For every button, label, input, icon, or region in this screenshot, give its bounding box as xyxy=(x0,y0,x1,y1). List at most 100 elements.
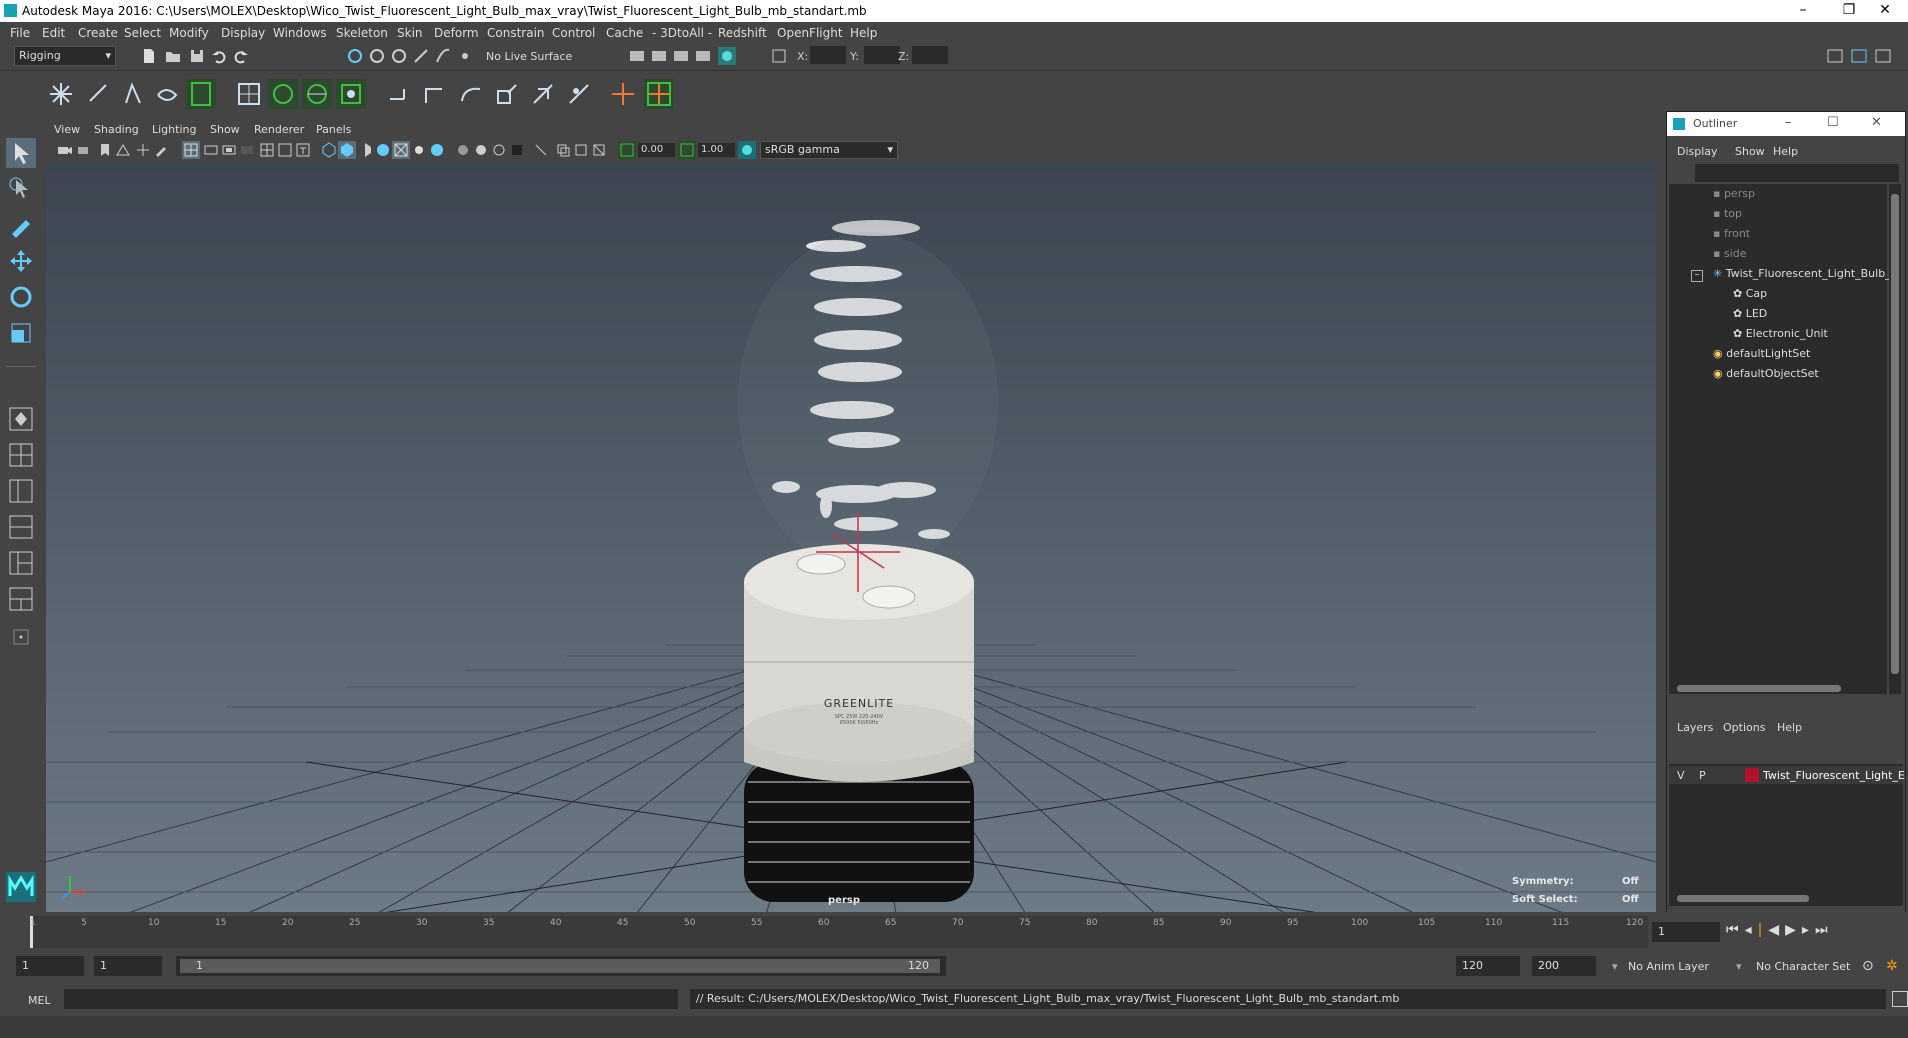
layer-hscrollbar[interactable] xyxy=(1677,895,1809,902)
menu-select[interactable]: Select xyxy=(124,26,161,40)
script-editor-icon[interactable] xyxy=(1892,991,1908,1007)
xray-icon[interactable] xyxy=(532,141,550,159)
snap-grid-icon[interactable] xyxy=(412,47,430,65)
transform-constraint-icon[interactable] xyxy=(770,47,788,65)
select-camera-icon[interactable] xyxy=(56,141,74,159)
animation-start-field[interactable]: 1 xyxy=(16,956,84,976)
close-button[interactable]: ✕ xyxy=(1862,0,1908,22)
vp-menu-panels[interactable]: Panels xyxy=(316,123,351,136)
undo-icon[interactable] xyxy=(210,47,228,65)
range-handle[interactable] xyxy=(180,959,940,973)
step-back-key-icon[interactable]: | xyxy=(1758,922,1769,938)
blendshape-icon[interactable] xyxy=(336,79,366,109)
ik-spline-icon[interactable] xyxy=(118,79,148,109)
2d-pan-zoom-icon[interactable] xyxy=(134,141,152,159)
resolution-gate-icon[interactable] xyxy=(220,141,238,159)
four-view-layout-icon[interactable] xyxy=(6,440,36,470)
outliner-search-input[interactable] xyxy=(1695,164,1899,182)
menu-edit[interactable]: Edit xyxy=(42,26,65,40)
xray-active-icon[interactable] xyxy=(554,141,572,159)
outliner-item-bulb-group[interactable]: – ✳ Twist_Fluorescent_Light_Bulb_ xyxy=(1691,264,1891,284)
menu-3dtoall[interactable]: - 3DtoAll - xyxy=(652,26,712,40)
select-hierarchy-icon[interactable] xyxy=(346,47,364,65)
hypershade-layout-icon[interactable] xyxy=(6,548,36,578)
camera-attributes-icon[interactable] xyxy=(76,141,94,159)
outliner-item-persp[interactable]: ▪ persp xyxy=(1713,184,1755,204)
locator-icon[interactable] xyxy=(608,79,638,109)
command-input[interactable] xyxy=(64,989,678,1009)
maya-home-icon[interactable] xyxy=(6,872,36,902)
new-scene-icon[interactable] xyxy=(140,47,158,65)
menu-openflight[interactable]: OpenFlight xyxy=(777,26,843,40)
outliner-item-front[interactable]: ▪ front xyxy=(1713,224,1750,244)
y-coord-field[interactable] xyxy=(864,46,900,64)
step-back-icon[interactable]: ◂ xyxy=(1745,922,1758,938)
playback-start-field[interactable]: 1 xyxy=(94,956,162,976)
outliner-item-electronic-unit[interactable]: ✿ Electronic_Unit xyxy=(1733,324,1828,344)
color-management-icon[interactable] xyxy=(738,141,756,159)
menu-modify[interactable]: Modify xyxy=(169,26,209,40)
z-coord-field[interactable] xyxy=(912,46,948,64)
outliner-hscrollbar[interactable] xyxy=(1677,685,1841,692)
render-settings-icon[interactable] xyxy=(694,47,712,65)
menu-skin[interactable]: Skin xyxy=(397,26,423,40)
joint-tool-icon[interactable] xyxy=(46,79,76,109)
chevron-down-icon[interactable]: ▾ xyxy=(1612,960,1618,973)
hypershade-icon[interactable] xyxy=(718,47,736,65)
curve-tool-icon[interactable] xyxy=(152,79,182,109)
isolate-select-icon[interactable] xyxy=(508,141,526,159)
layers-menu-options[interactable]: Options xyxy=(1723,721,1765,734)
cluster-handle-icon[interactable] xyxy=(644,79,674,109)
select-object-icon[interactable] xyxy=(368,47,386,65)
go-to-start-icon[interactable]: ⏮ xyxy=(1726,922,1745,938)
minimize-button[interactable]: – xyxy=(1780,0,1826,22)
outliner-item-default-object-set[interactable]: ◉ defaultObjectSet xyxy=(1713,364,1819,384)
outliner-vscrollbar[interactable] xyxy=(1889,184,1901,694)
gamma-field[interactable]: 1.00 xyxy=(698,143,735,157)
paint-select-icon[interactable] xyxy=(6,210,36,240)
menu-windows[interactable]: Windows xyxy=(273,26,327,40)
use-all-lights-icon[interactable] xyxy=(392,141,410,159)
range-bar[interactable]: 1 120 xyxy=(176,956,946,976)
pole-vector-icon[interactable] xyxy=(564,79,594,109)
persp-outliner-layout-icon[interactable] xyxy=(6,476,36,506)
color-space-dropdown[interactable]: sRGB gamma ▾ xyxy=(760,141,898,159)
menu-deform[interactable]: Deform xyxy=(434,26,479,40)
multisample-icon[interactable] xyxy=(472,141,490,159)
character-set-dropdown[interactable]: No Character Set xyxy=(1756,960,1850,973)
safe-action-icon[interactable] xyxy=(276,141,294,159)
outliner-minimize-button[interactable]: – xyxy=(1785,115,1792,130)
vp-menu-show[interactable]: Show xyxy=(210,123,240,136)
outliner-item-default-light-set[interactable]: ◉ defaultLightSet xyxy=(1713,344,1810,364)
go-to-end-icon[interactable]: ⏭ xyxy=(1815,922,1834,938)
wireframe-icon[interactable] xyxy=(320,141,338,159)
chevron-down-icon[interactable]: ▾ xyxy=(1736,960,1742,973)
render-frame-icon[interactable] xyxy=(650,47,668,65)
wrap-deformer-icon[interactable] xyxy=(302,79,332,109)
animation-end-field[interactable]: 200 xyxy=(1532,956,1596,976)
menu-help[interactable]: Help xyxy=(850,26,877,40)
auto-key-icon[interactable]: ⊙ xyxy=(1862,958,1874,974)
menu-redshift[interactable]: Redshift xyxy=(718,26,767,40)
depth-of-field-icon[interactable] xyxy=(490,141,508,159)
outliner-menu-show[interactable]: Show xyxy=(1735,145,1765,158)
menuset-dropdown[interactable]: Rigging ▾ xyxy=(14,46,116,66)
layer-color-swatch[interactable] xyxy=(1745,768,1759,782)
parent-constraint-icon[interactable] xyxy=(528,79,558,109)
textured-icon[interactable] xyxy=(374,141,392,159)
live-surface-label[interactable]: No Live Surface xyxy=(486,50,572,63)
gate-mask-icon[interactable] xyxy=(238,141,256,159)
point-constraint-icon[interactable] xyxy=(384,79,414,109)
ipr-render-icon[interactable] xyxy=(672,47,690,65)
menu-skeleton[interactable]: Skeleton xyxy=(336,26,388,40)
collapse-icon[interactable]: – xyxy=(1691,270,1703,282)
outliner-item-led[interactable]: ✿ LED xyxy=(1733,304,1767,324)
motion-blur-icon[interactable] xyxy=(454,141,472,159)
select-tool-icon[interactable] xyxy=(6,138,36,168)
rotate-tool-icon[interactable] xyxy=(6,282,36,312)
backface-culling-icon[interactable] xyxy=(590,141,608,159)
shadows-icon[interactable] xyxy=(410,141,428,159)
play-forward-icon[interactable]: ▶ xyxy=(1785,922,1802,938)
layers-menu-help[interactable]: Help xyxy=(1777,721,1802,734)
exposure-field[interactable]: 0.00 xyxy=(638,143,675,157)
